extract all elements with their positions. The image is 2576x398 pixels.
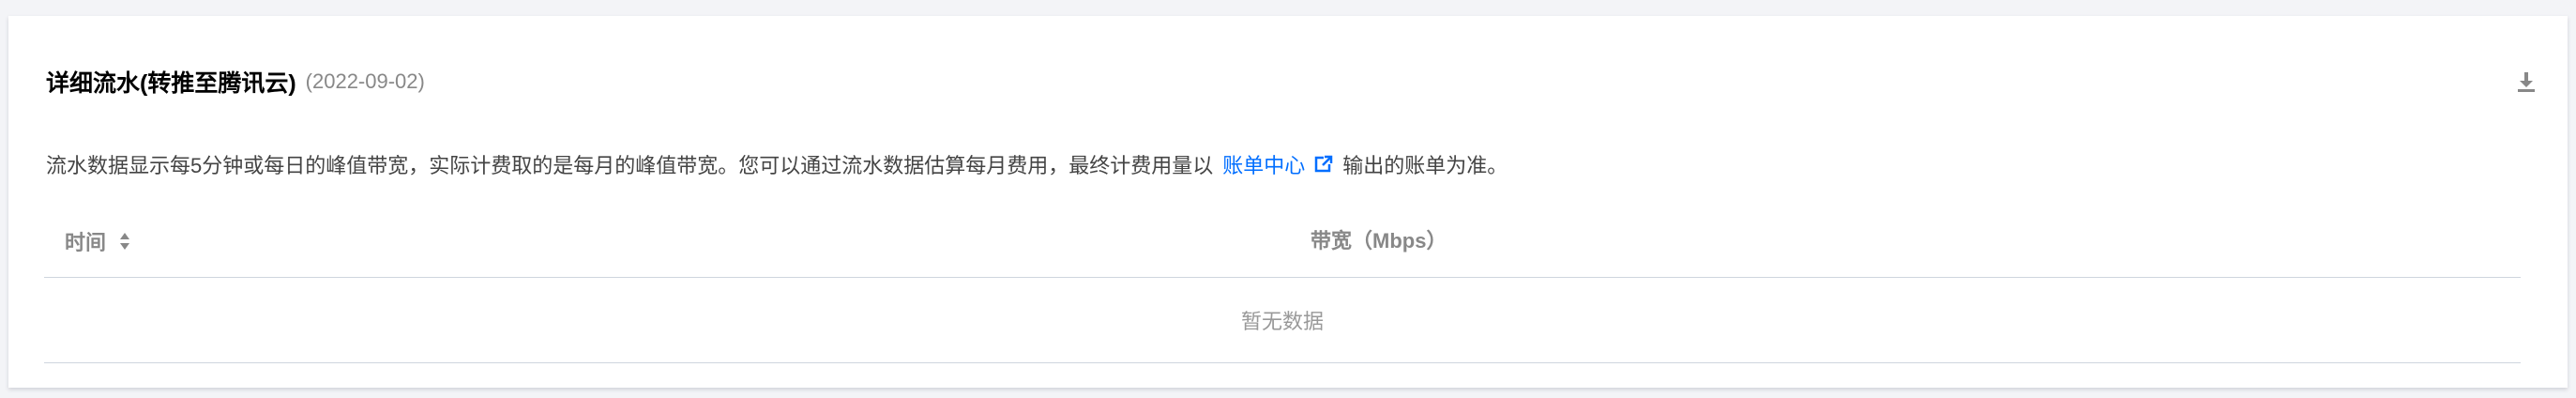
card-header: 详细流水(转推至腾讯云) (2022-09-02) <box>46 61 425 102</box>
download-button[interactable] <box>2508 63 2545 100</box>
billing-center-link[interactable]: 账单中心 <box>1222 149 1305 179</box>
description-before-link: 流水数据显示每5分钟或每日的峰值带宽，实际计费取的是每月的峰值带宽。您可以通过流… <box>46 154 1214 177</box>
card-date: (2022-09-02) <box>305 69 425 93</box>
description-after-link: 输出的账单为准。 <box>1342 154 1508 177</box>
sort-icon[interactable] <box>119 232 130 251</box>
download-icon <box>2518 72 2535 92</box>
detail-flow-card: 详细流水(转推至腾讯云) (2022-09-02) 流水数据显示每5分钟或每日的… <box>8 16 2568 388</box>
description-text: 流水数据显示每5分钟或每日的峰值带宽，实际计费取的是每月的峰值带宽。您可以通过流… <box>46 149 1508 179</box>
column-header-bandwidth: 带宽（Mbps） <box>1311 229 1447 253</box>
flow-table: 时间 带宽（Mbps） 暂无数据 <box>44 200 2521 363</box>
external-link-icon[interactable] <box>1314 155 1334 174</box>
empty-text: 暂无数据 <box>1240 310 1324 333</box>
column-header-time[interactable]: 时间 <box>65 226 130 256</box>
card-title: 详细流水(转推至腾讯云) <box>46 70 296 97</box>
table-empty-row: 暂无数据 <box>44 278 2521 363</box>
column-header-time-label: 时间 <box>65 231 107 254</box>
table-header: 时间 带宽（Mbps） <box>44 200 2521 278</box>
